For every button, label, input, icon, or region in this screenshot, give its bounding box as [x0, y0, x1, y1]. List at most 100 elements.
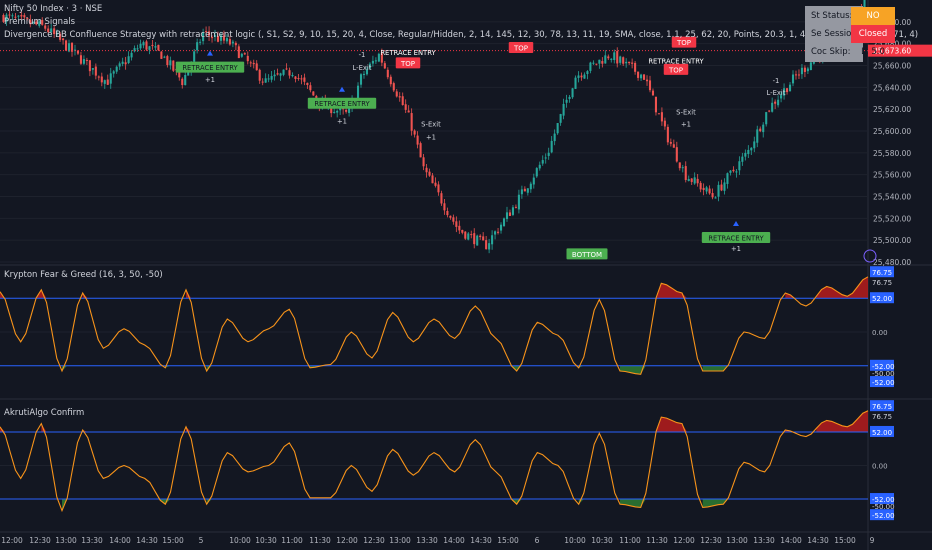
candle-body [714, 197, 717, 199]
time-tick-label: 10:00 [229, 536, 251, 545]
candle-body [291, 74, 294, 77]
candle-body [419, 143, 422, 158]
candle-body [637, 71, 640, 78]
candle-body [628, 61, 631, 64]
candle-body [595, 63, 598, 65]
candle-body [473, 233, 476, 245]
candle [476, 234, 479, 246]
trade-count-label: +1 [426, 134, 436, 142]
candle [312, 91, 315, 96]
indicator-title: Premium Signals [4, 17, 76, 27]
candle-body [583, 74, 586, 79]
candle-body [669, 142, 672, 144]
bottom-label: BOTTOM [572, 251, 602, 259]
candle-body [642, 74, 646, 80]
candle-body [580, 75, 583, 78]
candle-body [553, 133, 556, 142]
candle [556, 123, 559, 135]
time-tick-label: 14:00 [780, 536, 802, 545]
candle-body [675, 147, 678, 162]
candle-body [648, 80, 652, 91]
trade-count-label: +1 [337, 117, 347, 125]
price-tick-label: 25,540.00 [873, 193, 911, 202]
candle-body [806, 68, 809, 72]
candle-body [514, 206, 517, 208]
candle-body [112, 71, 115, 74]
candle-body [479, 235, 482, 238]
candle-body [401, 96, 404, 106]
candle-body [488, 243, 491, 250]
candle-body [702, 187, 705, 191]
candle-body [723, 182, 726, 191]
candle-body [508, 212, 512, 216]
candle-body [729, 170, 732, 173]
top-label: TOP [400, 60, 415, 68]
candle-body [282, 69, 285, 75]
candle-body [750, 147, 753, 151]
candle-body [756, 129, 759, 143]
candle-body [520, 189, 523, 195]
trade-count-label: +1 [681, 121, 691, 129]
candle-body [231, 41, 234, 44]
candle-body [246, 55, 249, 62]
candle [502, 217, 506, 228]
price-tick-label: 25,620.00 [873, 105, 911, 114]
osc-tick-upper: 52.00 [872, 295, 892, 303]
candle-body [100, 76, 103, 83]
candle-body [446, 210, 449, 216]
candle-body [163, 56, 166, 58]
osc-tick-zero: 0.00 [872, 329, 888, 337]
candle-body [604, 55, 607, 64]
candle-body [452, 217, 455, 222]
candle-body [395, 91, 398, 97]
candle-body [300, 78, 303, 80]
candle-body [794, 74, 798, 76]
candle-body [726, 173, 729, 184]
time-tick-label: 13:30 [81, 536, 103, 545]
price-tick-label: 25,660.00 [873, 62, 911, 71]
symbol-title: Nifty 50 Index · 3 · NSE [4, 4, 103, 14]
candle-body [139, 43, 142, 49]
status-row-session: Se Session: Closed [805, 25, 929, 43]
time-tick-label: 14:30 [136, 536, 158, 545]
candle-body [267, 78, 270, 80]
candle-body [625, 61, 628, 64]
time-tick-label: 11:00 [281, 536, 303, 545]
candle-body [541, 160, 544, 164]
candle-body [586, 71, 589, 74]
candle-body [422, 157, 425, 167]
time-tick-label: 5 [199, 536, 204, 545]
candle-body [681, 167, 684, 169]
candle [65, 39, 68, 52]
osc-tick-upper-top: 76.75 [872, 269, 892, 277]
candle-body [797, 74, 801, 76]
osc-tick-lower-bottom: -52.00 [872, 512, 895, 520]
candle-body [800, 67, 803, 75]
candle-body [270, 76, 273, 80]
candle-body [517, 194, 520, 210]
fear-greed-title: Krypton Fear & Greed (16, 3, 50, -50) [4, 270, 163, 280]
session-value: Closed [851, 25, 895, 43]
candle-body [640, 74, 643, 79]
candle-body [285, 68, 288, 70]
candle-body [631, 62, 634, 64]
time-tick-label: 12:00 [673, 536, 695, 545]
time-tick-label: 11:00 [619, 536, 641, 545]
osc-tick-upper-mid: 76.75 [872, 413, 892, 421]
time-tick-label: 15:00 [834, 536, 856, 545]
time-tick-label: 12:00 [336, 536, 358, 545]
candle-body [777, 99, 780, 106]
top-label: TOP [513, 45, 528, 53]
price-tick-label: 25,600.00 [873, 127, 911, 136]
candle-body [741, 156, 744, 162]
candle-body [535, 168, 538, 177]
candle-body [774, 101, 777, 104]
candle-body [497, 231, 500, 233]
candle-body [678, 162, 681, 169]
trade-count-label: -1 [359, 51, 366, 59]
candle-body [303, 77, 306, 82]
status-panel: St Status: NO SIGNAL Se Session: Closed … [805, 6, 895, 62]
exit-label: S-Exit [676, 109, 696, 117]
osc-tick-upper: 52.00 [872, 429, 892, 437]
retrace-entry-label: RETRACE ENTRY [380, 49, 436, 57]
